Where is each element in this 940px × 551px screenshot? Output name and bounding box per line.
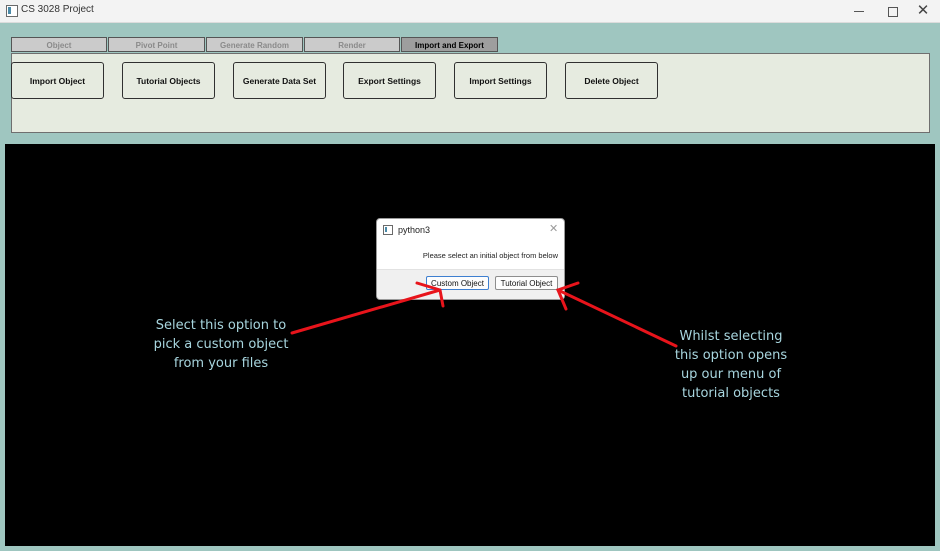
- annotation-line: Whilst selecting: [679, 329, 783, 344]
- annotation-line: tutorial objects: [682, 386, 780, 401]
- annotation-arrows: [290, 281, 678, 348]
- annotation-line: from your files: [173, 356, 269, 371]
- annotation-line: Select this option to: [155, 318, 287, 333]
- arrow-to-tutorial-object: [556, 288, 678, 348]
- annotation-line: this option opens: [674, 348, 788, 363]
- arrow-to-custom-object: [290, 288, 442, 335]
- annotation-line: up our menu of: [680, 367, 782, 382]
- custom-object-annotation: Select this option to pick a custom obje…: [140, 316, 302, 373]
- tutorial-object-annotation: Whilst selecting this option opens up ou…: [660, 327, 802, 403]
- annotation-line: pick a custom object: [153, 337, 289, 352]
